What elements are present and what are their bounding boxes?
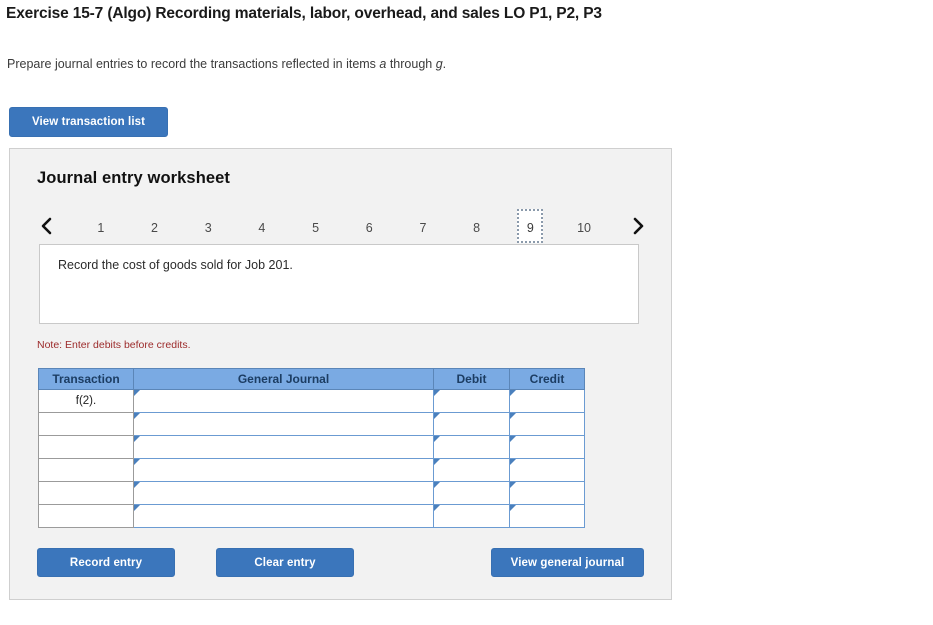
transaction-label-cell: [38, 412, 134, 436]
pager-page-6[interactable]: 6: [356, 209, 382, 243]
journal-entry-worksheet-panel: Journal entry worksheet 1 2 3 4 5 6 7 8 …: [9, 148, 672, 600]
column-header-debit: Debit: [433, 368, 510, 390]
pager-number-list: 1 2 3 4 5 6 7 8 9 10: [64, 208, 621, 244]
instructions-item-g: g: [435, 57, 443, 71]
column-header-transaction: Transaction: [38, 368, 134, 390]
transaction-label-cell: [38, 458, 134, 482]
record-entry-button[interactable]: Record entry: [37, 548, 175, 577]
table-header-row: Transaction General Journal Debit Credit: [38, 368, 585, 390]
instructions-part-1: Prepare journal entries to record the tr…: [7, 57, 380, 71]
exercise-instructions: Prepare journal entries to record the tr…: [7, 57, 446, 71]
column-header-general-journal: General Journal: [133, 368, 434, 390]
pager-page-7[interactable]: 7: [410, 209, 436, 243]
instructions-part-3: .: [442, 57, 447, 71]
pager-page-3[interactable]: 3: [195, 209, 221, 243]
debit-input[interactable]: [433, 504, 510, 528]
worksheet-pager: 1 2 3 4 5 6 7 8 9 10: [30, 206, 655, 246]
pager-page-1[interactable]: 1: [88, 209, 114, 243]
table-row: [38, 435, 585, 459]
pager-page-4[interactable]: 4: [249, 209, 275, 243]
debit-input[interactable]: [433, 481, 510, 505]
debits-before-credits-note: Note: Enter debits before credits.: [37, 339, 191, 351]
credit-input[interactable]: [509, 504, 585, 528]
debit-input[interactable]: [433, 458, 510, 482]
page-title: Exercise 15-7 (Algo) Recording materials…: [6, 5, 602, 22]
general-journal-input[interactable]: [133, 481, 434, 505]
credit-input[interactable]: [509, 412, 585, 436]
debit-input[interactable]: [433, 412, 510, 436]
table-row: [38, 481, 585, 505]
pager-page-2[interactable]: 2: [142, 209, 168, 243]
transaction-label-cell: [38, 504, 134, 528]
general-journal-input[interactable]: [133, 504, 434, 528]
transaction-label-cell: [38, 435, 134, 459]
pager-page-8[interactable]: 8: [464, 209, 490, 243]
view-transaction-list-button[interactable]: View transaction list: [9, 107, 168, 137]
credit-input[interactable]: [509, 481, 585, 505]
general-journal-input[interactable]: [133, 435, 434, 459]
journal-entry-table: Transaction General Journal Debit Credit…: [38, 368, 585, 528]
clear-entry-button[interactable]: Clear entry: [216, 548, 354, 577]
table-row: [38, 504, 585, 528]
chevron-left-icon[interactable]: [30, 208, 64, 244]
general-journal-input[interactable]: [133, 389, 434, 413]
transaction-prompt-text: Record the cost of goods sold for Job 20…: [58, 258, 293, 272]
worksheet-title: Journal entry worksheet: [37, 169, 231, 187]
table-row: f(2).: [38, 389, 585, 413]
general-journal-input[interactable]: [133, 458, 434, 482]
general-journal-input[interactable]: [133, 412, 434, 436]
transaction-label-cell: f(2).: [38, 389, 134, 413]
transaction-prompt-box: Record the cost of goods sold for Job 20…: [39, 244, 639, 324]
pager-page-9[interactable]: 9: [517, 209, 544, 243]
credit-input[interactable]: [509, 389, 585, 413]
pager-page-10[interactable]: 10: [571, 209, 597, 243]
debit-input[interactable]: [433, 435, 510, 459]
column-header-credit: Credit: [509, 368, 585, 390]
table-row: [38, 412, 585, 436]
instructions-part-2: through: [386, 57, 436, 71]
credit-input[interactable]: [509, 435, 585, 459]
transaction-label-cell: [38, 481, 134, 505]
debit-input[interactable]: [433, 389, 510, 413]
chevron-right-icon[interactable]: [621, 208, 655, 244]
pager-page-5[interactable]: 5: [303, 209, 329, 243]
table-row: [38, 458, 585, 482]
view-general-journal-button[interactable]: View general journal: [491, 548, 644, 577]
credit-input[interactable]: [509, 458, 585, 482]
